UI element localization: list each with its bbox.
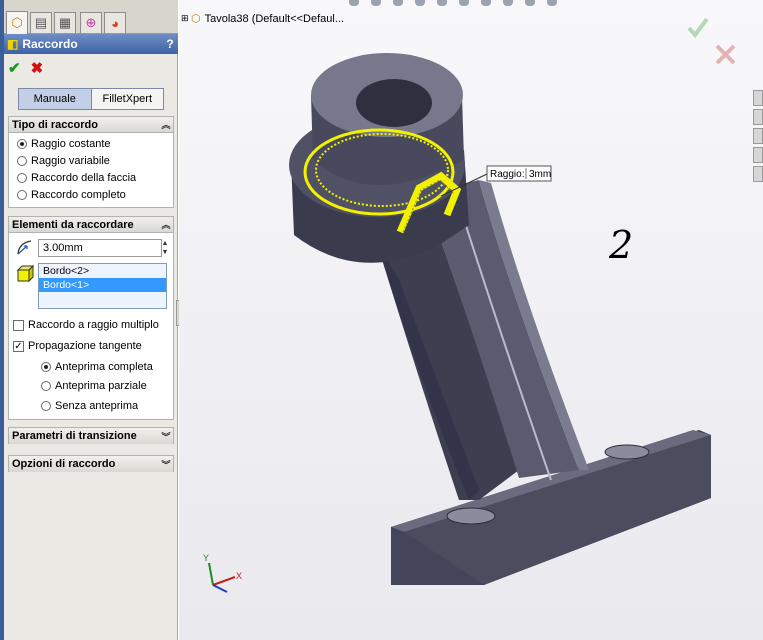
transition-title: Parametri di transizione (12, 430, 137, 442)
collapse-chevron-icon: ︽ (161, 220, 171, 230)
radio-full-round[interactable]: Raccordo completo (17, 187, 126, 203)
feature-tree-icon: ⬡ (11, 15, 23, 30)
checkbox-label: Raccordo a raggio multiplo (28, 319, 159, 331)
checkbox-label: Propagazione tangente (28, 340, 142, 352)
expand-chevron-icon: ︾ (161, 459, 171, 470)
manual-mode-button[interactable]: Manuale (19, 89, 92, 109)
checkbox-checked[interactable]: ✓ (13, 340, 24, 352)
reference-triad (208, 562, 236, 593)
radio-partial-preview[interactable]: Anteprima parziale (41, 378, 147, 394)
radio-no-preview[interactable]: Senza anteprima (41, 398, 138, 414)
radius-value: 3.00mm (43, 242, 83, 254)
edge-item-selected[interactable]: Bordo<1> (39, 278, 166, 292)
tangent-propagation-checkbox-row[interactable]: ✓ Propagazione tangente (13, 338, 142, 354)
fillet-type-title: Tipo di raccordo (12, 118, 98, 131)
items-to-fillet-section: Elementi da raccordare ︽ 3.00mm ▲ ▼ Bordo… (8, 216, 174, 420)
multi-radius-checkbox-row[interactable]: Raccordo a raggio multiplo (13, 317, 159, 333)
display-manager-tab[interactable]: ◕ (104, 12, 126, 33)
crosshair-icon: ⊕ (85, 15, 97, 30)
radio-label: Raccordo completo (31, 189, 126, 201)
radio-constant-radius[interactable]: Raggio costante (17, 136, 111, 152)
radio-full-preview[interactable]: Anteprima completa (41, 359, 153, 375)
edge-selection-icon (16, 265, 34, 283)
radio-button-icon (17, 190, 27, 200)
property-sheet-icon: ▤ (34, 15, 48, 30)
radio-label: Senza anteprima (55, 400, 139, 412)
panel-title: Raccordo (22, 37, 78, 51)
triad-y-label: Y (203, 553, 209, 563)
radio-label: Anteprima parziale (55, 380, 147, 392)
confirm-cancel-icon[interactable] (715, 44, 736, 65)
radio-label: Raggio costante (31, 138, 111, 150)
radio-label: Raccordo della faccia (31, 172, 137, 184)
transition-params-section[interactable]: Parametri di transizione ︾ (8, 427, 174, 444)
resources-tab-icon[interactable] (753, 90, 763, 106)
callout-value[interactable]: 3mm (529, 169, 551, 180)
help-button[interactable]: ? (162, 37, 178, 51)
radio-button-icon (41, 401, 51, 411)
annotation-number: 2 (608, 223, 633, 267)
appearances-tab-icon[interactable] (753, 166, 763, 182)
task-pane-tabs (753, 90, 763, 185)
design-library-tab-icon[interactable] (753, 109, 763, 125)
configuration-icon: ▦ (58, 15, 72, 30)
graphics-area[interactable]: ⊞ ⬡ Tavola38 (Default<<Defaul... Raggio:… (179, 0, 763, 640)
radio-variable-radius[interactable]: Raggio variabile (17, 153, 110, 169)
edge-item[interactable]: Bordo<2> (39, 264, 166, 278)
dimxpert-tab[interactable]: ⊕ (80, 12, 102, 33)
cancel-x-icon[interactable]: ✖ (31, 59, 44, 77)
options-title: Opzioni di raccordo (12, 458, 116, 470)
fillet-type-section: Tipo di raccordo ︽ Raggio costante Raggi… (8, 116, 174, 208)
items-title: Elementi da raccordare (12, 218, 134, 231)
expand-chevron-icon: ︾ (161, 431, 171, 442)
radio-face-fillet[interactable]: Raccordo della faccia (17, 170, 136, 186)
radio-button-icon (17, 156, 27, 166)
fillet-options-section[interactable]: Opzioni di raccordo ︾ (8, 455, 174, 472)
feature-manager-tab[interactable]: ⬡ (6, 11, 28, 34)
configuration-manager-tab[interactable]: ▦ (54, 12, 76, 33)
radio-button-icon (41, 381, 51, 391)
manager-tabbar: ⬡ ▤ ▦ ⊕ ◕ (4, 0, 178, 34)
file-explorer-tab-icon[interactable] (753, 128, 763, 144)
property-manager: ⬡ ▤ ▦ ⊕ ◕ ◧ Raccordo ? ✔ ✖ Manuale Fille… (4, 0, 178, 640)
filletxpert-mode-button[interactable]: FilletXpert (91, 89, 163, 109)
radius-icon (17, 240, 32, 255)
radio-label: Anteprima completa (55, 361, 153, 373)
fillet-type-header[interactable]: Tipo di raccordo ︽ (9, 117, 173, 133)
property-manager-tab[interactable]: ▤ (30, 12, 52, 33)
options-header[interactable]: Opzioni di raccordo ︾ (9, 456, 173, 472)
radius-input[interactable]: 3.00mm (38, 239, 162, 257)
triad-x-label: X (236, 571, 242, 581)
radio-label: Raggio variabile (31, 155, 110, 167)
callout-label: Raggio: (490, 169, 524, 180)
radio-button-icon (41, 362, 51, 372)
property-title-bar: ◧ Raccordo ? (4, 34, 178, 54)
checkbox-unchecked[interactable] (13, 319, 24, 331)
fillet-feature-icon: ◧ (7, 37, 19, 51)
transition-header[interactable]: Parametri di transizione ︾ (9, 428, 173, 444)
radio-button-icon (17, 139, 27, 149)
top-boss (289, 53, 469, 263)
radius-spinner[interactable]: ▲ ▼ (160, 239, 170, 257)
model-canvas: Raggio: 3mm 2 Y X (203, 17, 736, 593)
items-header[interactable]: Elementi da raccordare ︽ (9, 217, 173, 233)
color-wheel-icon: ◕ (111, 15, 119, 31)
mode-toggle: Manuale FilletXpert (18, 88, 164, 110)
radio-button-icon (17, 173, 27, 183)
confirm-ok-icon[interactable] (687, 17, 709, 39)
ok-cancel-bar: ✔ ✖ (8, 58, 43, 78)
ok-check-icon[interactable]: ✔ (8, 59, 21, 77)
collapse-chevron-icon: ︽ (161, 120, 171, 130)
view-palette-tab-icon[interactable] (753, 147, 763, 163)
edge-selection-list[interactable]: Bordo<2> Bordo<1> (38, 263, 167, 309)
